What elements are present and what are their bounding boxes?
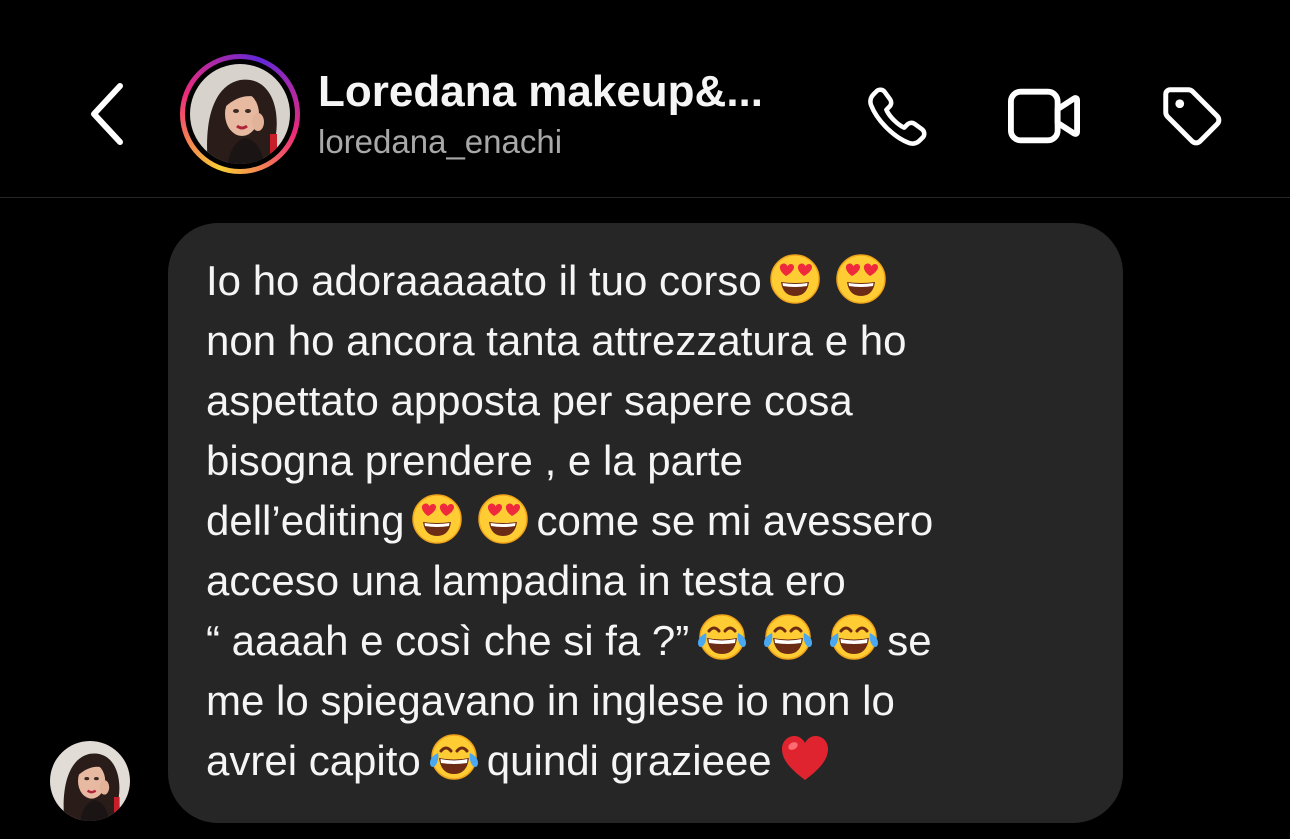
chevron-left-icon: [91, 83, 123, 145]
phone-icon: [868, 87, 927, 146]
video-camera-icon: [1008, 88, 1080, 144]
back-button[interactable]: [78, 78, 138, 150]
message-text: Io ho adoraaaaato il tuo corso non ho an…: [206, 251, 1093, 791]
contact-username: loredana_enachi: [318, 123, 563, 160]
profile-avatar: [190, 64, 290, 164]
heart-eyes-emoji-icon: [769, 253, 821, 305]
audio-call-button[interactable]: [862, 80, 934, 152]
red-heart-emoji-icon: [779, 733, 831, 785]
tag-button[interactable]: [1156, 80, 1228, 152]
heart-eyes-emoji-icon: [477, 493, 529, 545]
message-bubble[interactable]: Io ho adoraaaaato il tuo corso non ho an…: [168, 223, 1123, 823]
message-text-segment: quindi grazieee: [486, 737, 772, 784]
profile-avatar-story-ring[interactable]: [180, 54, 300, 174]
chat-title[interactable]: Loredana makeup&... loredana_enachi: [318, 64, 838, 164]
heart-eyes-emoji-icon: [411, 493, 463, 545]
contact-display-name: Loredana makeup&...: [318, 67, 764, 116]
chat-header: Loredana makeup&... loredana_enachi: [0, 0, 1290, 198]
tears-of-joy-emoji-icon: [828, 613, 880, 665]
message-text-segment: Io ho adoraaaaato il tuo corso: [206, 257, 762, 304]
heart-eyes-emoji-icon: [835, 253, 887, 305]
tag-icon: [1163, 87, 1222, 146]
video-call-button[interactable]: [1008, 80, 1080, 152]
sender-avatar[interactable]: [50, 741, 130, 821]
tears-of-joy-emoji-icon: [762, 613, 814, 665]
tears-of-joy-emoji-icon: [696, 613, 748, 665]
tears-of-joy-emoji-icon: [428, 733, 480, 785]
